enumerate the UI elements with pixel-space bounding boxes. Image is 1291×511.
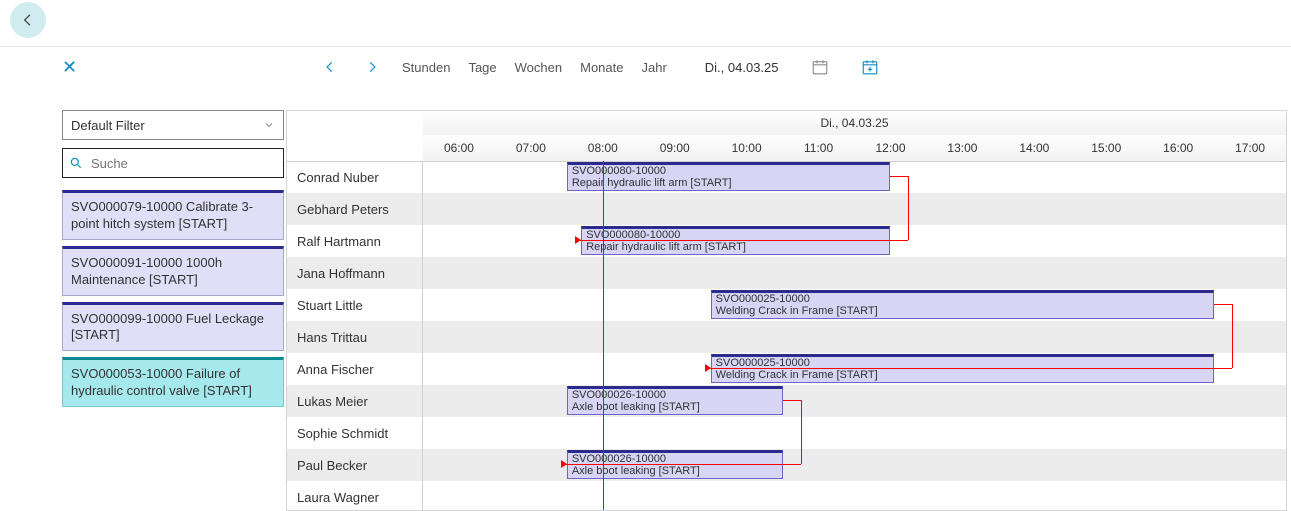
resource-row: Lukas Meier [287, 385, 1286, 417]
dep-line [705, 368, 1232, 369]
resource-cell: Sophie Schmidt [287, 417, 423, 449]
hour-cell: 14:00 [998, 135, 1070, 161]
resource-row: Hans Trittau [287, 321, 1286, 353]
resource-row: Sophie Schmidt [287, 417, 1286, 449]
task-title: Welding Crack in Frame [START] [716, 369, 1209, 381]
search-box[interactable] [62, 148, 284, 178]
date-header: Di., 04.03.25 [423, 111, 1286, 136]
resource-cell: Laura Wagner [287, 481, 423, 511]
search-icon [69, 156, 83, 170]
dep-line [575, 240, 908, 241]
hour-cell: 11:00 [783, 135, 855, 161]
resource-row: Paul Becker [287, 449, 1286, 481]
dep-line [801, 400, 802, 464]
dep-line [890, 176, 908, 177]
hour-cell: 13:00 [926, 135, 998, 161]
scale-months[interactable]: Monate [580, 60, 623, 75]
timeline[interactable] [423, 449, 1286, 481]
resource-cell: Ralf Hartmann [287, 225, 423, 257]
task-bar[interactable]: SVO000080-10000Repair hydraulic lift arm… [567, 162, 891, 191]
hour-cell: 08:00 [567, 135, 639, 161]
resource-cell: Paul Becker [287, 449, 423, 481]
resource-cell: Gebhard Peters [287, 193, 423, 225]
filter-label: Default Filter [71, 118, 145, 133]
resource-cell: Conrad Nuber [287, 161, 423, 193]
scale-year[interactable]: Jahr [641, 60, 666, 75]
hour-cell: 15:00 [1070, 135, 1142, 161]
hour-cell: 09:00 [639, 135, 711, 161]
resource-row: Jana Hoffmann [287, 257, 1286, 289]
prev-button[interactable] [318, 55, 342, 79]
hour-cell: 16:00 [1142, 135, 1214, 161]
calendar-add-icon[interactable] [861, 58, 879, 76]
hour-cell: 17:00 [1214, 135, 1286, 161]
hour-cell: 06:00 [423, 135, 495, 161]
order-card-0[interactable]: SVO000079-10000 Calibrate 3-point hitch … [62, 190, 284, 240]
resource-cell: Hans Trittau [287, 321, 423, 353]
hour-cell: 07:00 [495, 135, 567, 161]
dep-line [1214, 304, 1232, 305]
resource-row: Gebhard Peters [287, 193, 1286, 225]
resource-cell: Lukas Meier [287, 385, 423, 417]
dep-line [561, 464, 801, 465]
task-id: SVO000080-10000 [572, 165, 886, 177]
timeline[interactable] [423, 481, 1286, 511]
current-date: Di., 04.03.25 [705, 60, 779, 75]
calendar-icon[interactable] [811, 58, 829, 76]
back-button[interactable] [10, 2, 46, 38]
task-bar[interactable]: SVO000025-10000Welding Crack in Frame [S… [711, 290, 1214, 319]
hour-cell: 12:00 [855, 135, 927, 161]
dep-arrow-icon [575, 236, 581, 244]
scale-weeks[interactable]: Wochen [515, 60, 562, 75]
timeline[interactable] [423, 257, 1286, 289]
dep-arrow-icon [705, 364, 711, 372]
timeline[interactable] [423, 321, 1286, 353]
timeline[interactable] [423, 417, 1286, 449]
dep-line [1232, 304, 1233, 368]
planner-corner [287, 111, 424, 162]
task-bar[interactable]: SVO000026-10000Axle boot leaking [START] [567, 386, 783, 415]
close-icon[interactable]: ✕ [62, 57, 77, 78]
resource-cell: Anna Fischer [287, 353, 423, 385]
timeline[interactable] [423, 385, 1286, 417]
order-card-2[interactable]: SVO000099-10000 Fuel Leckage [START] [62, 302, 284, 352]
now-line [603, 161, 604, 510]
resource-row: Laura Wagner [287, 481, 1286, 511]
resource-cell: Jana Hoffmann [287, 257, 423, 289]
scale-hours[interactable]: Stunden [402, 60, 450, 75]
filter-select[interactable]: Default Filter [62, 110, 284, 140]
dep-arrow-icon [561, 460, 567, 468]
order-card-1[interactable]: SVO000091-10000 1000h Maintenance [START… [62, 246, 284, 296]
dep-line [908, 176, 909, 240]
resource-cell: Stuart Little [287, 289, 423, 321]
timeline[interactable] [423, 193, 1286, 225]
task-title: Repair hydraulic lift arm [START] [586, 241, 885, 253]
scale-days[interactable]: Tage [468, 60, 496, 75]
dep-line [783, 400, 801, 401]
next-button[interactable] [360, 55, 384, 79]
search-input[interactable] [89, 155, 277, 172]
task-title: Welding Crack in Frame [START] [716, 305, 1209, 317]
order-card-3[interactable]: SVO000053-10000 Failure of hydraulic con… [62, 357, 284, 407]
hour-cell: 10:00 [711, 135, 783, 161]
task-title: Repair hydraulic lift arm [START] [572, 177, 886, 189]
task-id: SVO000025-10000 [716, 293, 1209, 305]
